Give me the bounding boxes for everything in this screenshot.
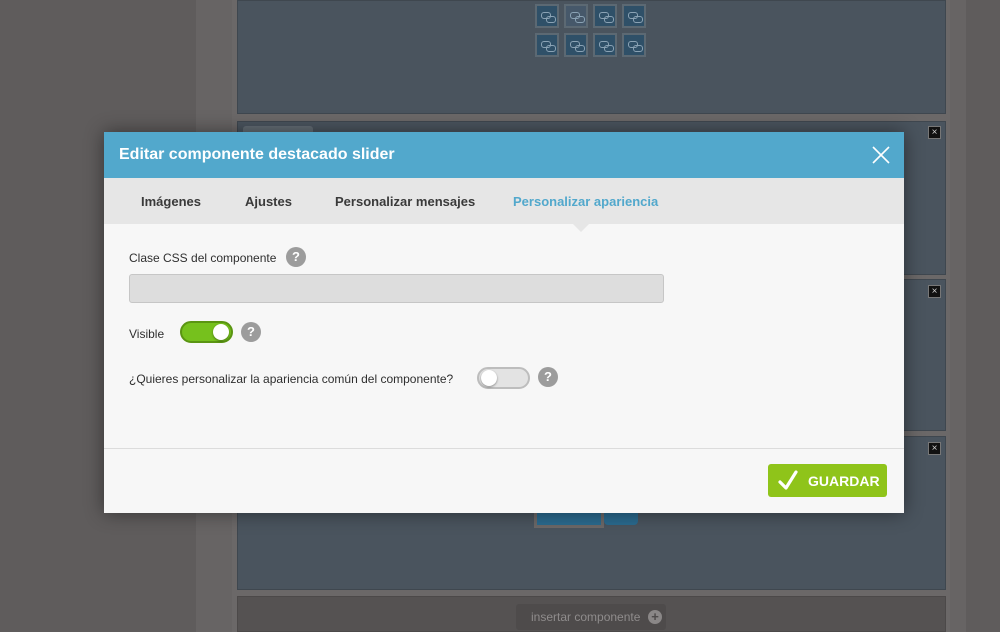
tab-ajustes[interactable]: Ajustes (245, 194, 292, 209)
help-icon[interactable]: ? (286, 247, 306, 267)
edit-component-modal: Editar componente destacado slider Imáge… (104, 132, 904, 513)
tab-imagenes[interactable]: Imágenes (141, 194, 201, 209)
image-link-icon[interactable] (564, 33, 588, 57)
custom-appearance-toggle[interactable] (477, 367, 530, 389)
tab-personalizar-apariencia[interactable]: Personalizar apariencia (513, 194, 658, 209)
toggle-knob (481, 370, 497, 386)
image-link-icon[interactable] (564, 4, 588, 28)
slide-thumbnail (534, 513, 604, 528)
tab-personalizar-mensajes[interactable]: Personalizar mensajes (335, 194, 475, 209)
image-link-icon[interactable] (622, 33, 646, 57)
checkmark-icon (778, 470, 798, 490)
insert-component-button[interactable]: insertar componente + (516, 604, 666, 630)
close-icon[interactable] (872, 146, 890, 164)
save-label: GUARDAR (808, 473, 880, 489)
image-link-icon[interactable] (593, 4, 617, 28)
tab-bar: Imágenes Ajustes Personalizar mensajes P… (104, 178, 904, 224)
image-link-icon[interactable] (593, 33, 617, 57)
plus-circle-icon: + (648, 610, 662, 624)
css-class-input[interactable] (129, 274, 664, 303)
slide-thumbnail (604, 513, 638, 525)
image-link-icon[interactable] (535, 4, 559, 28)
css-class-label: Clase CSS del componente (129, 251, 277, 265)
right-rail (950, 0, 966, 632)
toggle-knob (213, 324, 229, 340)
active-tab-indicator (573, 224, 589, 232)
insert-component-label: insertar componente (531, 610, 641, 624)
save-button[interactable]: GUARDAR (768, 464, 887, 497)
image-link-icon[interactable] (622, 4, 646, 28)
panel-close-icon[interactable]: × (928, 285, 941, 298)
help-icon[interactable]: ? (241, 322, 261, 342)
custom-appearance-label: ¿Quieres personalizar la apariencia comú… (129, 372, 454, 386)
visible-label: Visible (129, 327, 165, 341)
component-panel (237, 0, 946, 114)
panel-close-icon[interactable]: × (928, 126, 941, 139)
help-icon[interactable]: ? (538, 367, 558, 387)
image-link-icon[interactable] (535, 33, 559, 57)
footer-divider (104, 448, 904, 449)
modal-header: Editar componente destacado slider (104, 132, 904, 178)
modal-title: Editar componente destacado slider (119, 146, 395, 163)
panel-close-icon[interactable]: × (928, 442, 941, 455)
visible-toggle[interactable] (180, 321, 233, 343)
